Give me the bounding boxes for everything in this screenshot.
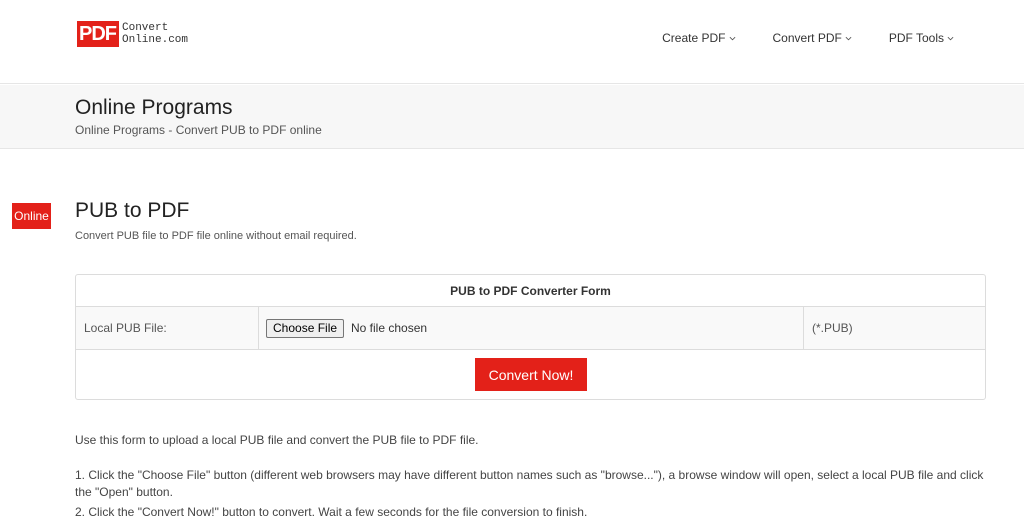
site-header: PDF Convert Online.com Create PDF Conver… xyxy=(0,0,1024,84)
nav-pdf-tools[interactable]: PDF Tools xyxy=(889,31,954,45)
nav-label: Convert PDF xyxy=(772,31,842,45)
instructions-step-1: 1. Click the "Choose File" button (diffe… xyxy=(75,468,984,499)
cell-divider xyxy=(803,307,804,350)
file-status: No file chosen xyxy=(351,321,428,335)
breadcrumb: Online Programs - Convert PUB to PDF onl… xyxy=(75,123,322,137)
file-label: Local PUB File: xyxy=(84,321,167,335)
form-heading: PUB to PDF Converter Form xyxy=(76,275,985,307)
logo-line-2: Online.com xyxy=(122,34,189,46)
site-logo[interactable]: PDF Convert Online.com xyxy=(77,21,188,47)
online-badge: Online xyxy=(12,203,51,229)
instructions-intro: Use this form to upload a local PUB file… xyxy=(75,433,479,447)
nav-create-pdf[interactable]: Create PDF xyxy=(662,31,735,45)
nav-convert-pdf[interactable]: Convert PDF xyxy=(773,31,852,45)
file-extension-hint: (*.PUB) xyxy=(812,321,853,335)
instructions-step-2: 2. Click the "Convert Now!" button to co… xyxy=(75,505,588,519)
logo-text: Convert Online.com xyxy=(122,22,188,46)
logo-line-1: Convert xyxy=(122,22,169,34)
chevron-down-icon xyxy=(729,36,735,40)
chevron-down-icon xyxy=(947,36,954,40)
tool-subtitle: Convert PUB file to PDF file online with… xyxy=(75,230,357,242)
nav-label: Create PDF xyxy=(662,31,726,45)
choose-file-button[interactable]: Choose File xyxy=(266,319,345,338)
tool-title: PUB to PDF xyxy=(75,199,190,222)
file-input-row: Local PUB File: Choose File No file chos… xyxy=(76,307,985,350)
cell-divider xyxy=(258,307,259,350)
page-banner: Online Programs Online Programs - Conver… xyxy=(0,85,1024,149)
nav-label: PDF Tools xyxy=(888,31,944,45)
convert-now-button[interactable]: Convert Now! xyxy=(475,358,587,391)
chevron-down-icon xyxy=(845,36,852,40)
converter-form: PUB to PDF Converter Form Local PUB File… xyxy=(75,274,986,400)
logo-mark: PDF xyxy=(77,21,119,47)
main-nav: Create PDF Convert PDF PDF Tools xyxy=(625,31,954,45)
page-title: Online Programs xyxy=(75,96,233,119)
